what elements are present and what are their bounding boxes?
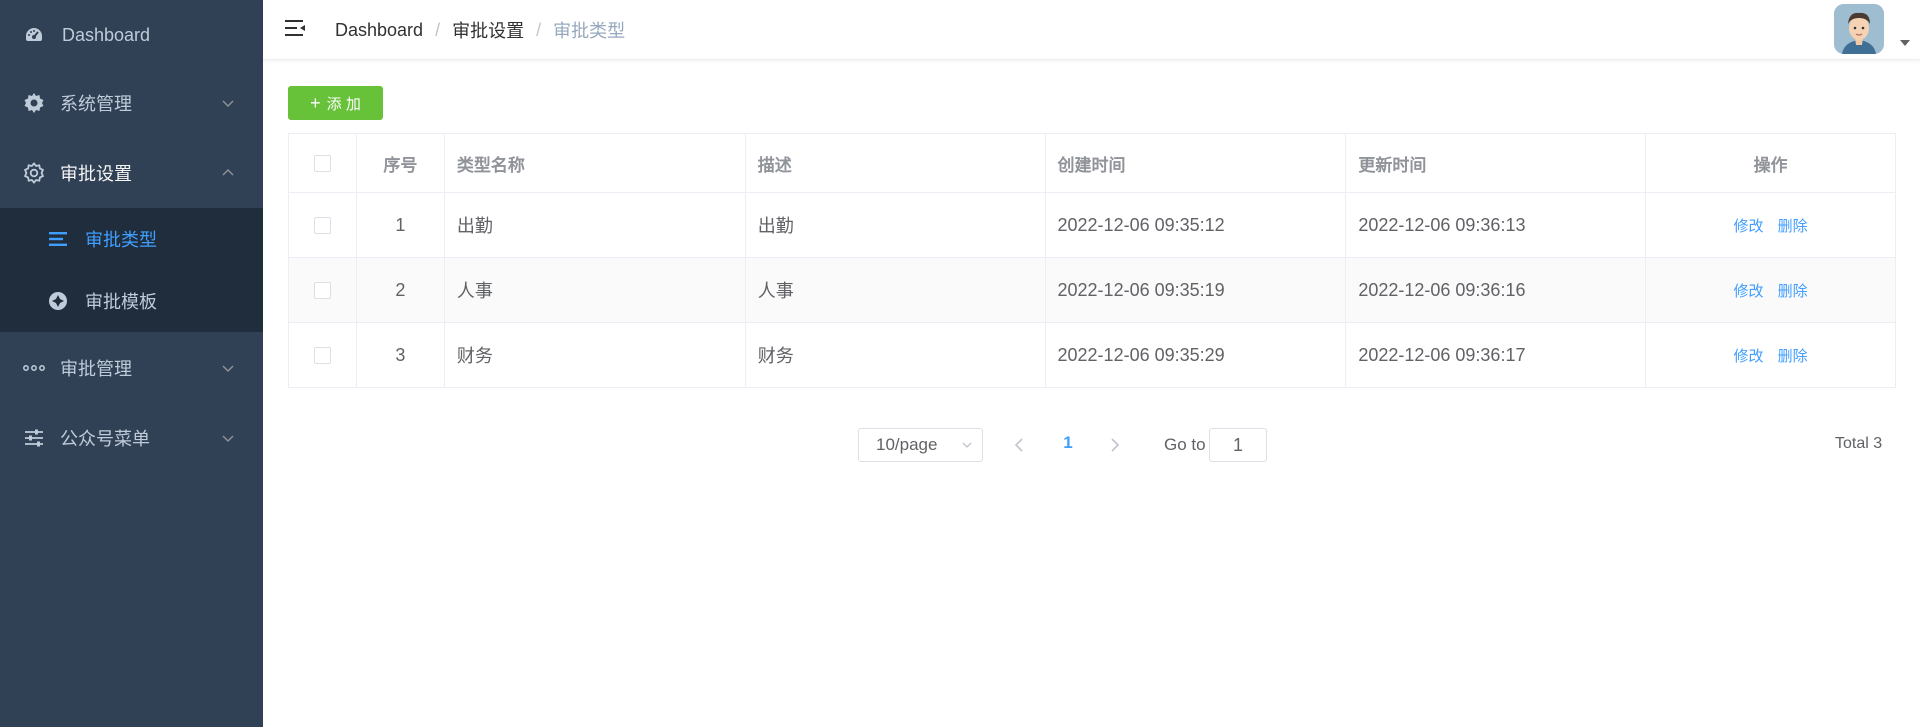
sidebar-item-dashboard[interactable]: Dashboard <box>0 0 263 70</box>
goto-page-input[interactable] <box>1209 428 1267 462</box>
edit-link[interactable]: 修改 <box>1734 345 1764 366</box>
table-cell-index: 3 <box>357 323 445 387</box>
header-cell-select <box>289 134 357 192</box>
table-cell-created: 2022-12-06 09:35:12 <box>1046 193 1347 257</box>
add-button-label: 添 加 <box>326 95 361 113</box>
row-select-cell <box>289 193 357 257</box>
edit-link[interactable]: 修改 <box>1734 215 1764 236</box>
row-checkbox[interactable] <box>313 346 331 364</box>
user-avatar-icon <box>1834 4 1884 54</box>
table-cell-name: 出勤 <box>445 193 746 257</box>
add-button[interactable]: + 添 加 <box>288 86 383 120</box>
sidebar-item-label: 系统管理 <box>60 94 132 114</box>
dashboard-icon <box>22 23 46 47</box>
table-row: 2 人事 人事 2022-12-06 09:35:19 2022-12-06 0… <box>289 258 1896 323</box>
page-size-value: 10/page <box>876 435 938 454</box>
sidebar: Dashboard 系统管理 审批设置 审批类型 审批模板 审批管理 公众号菜单 <box>0 0 263 727</box>
chevron-up-icon <box>222 169 234 176</box>
total-count: Total 3 <box>1835 435 1883 452</box>
delete-link[interactable]: 删除 <box>1778 215 1808 236</box>
prev-page-button[interactable] <box>1012 434 1026 456</box>
sidebar-item-approval-type[interactable]: 审批类型 <box>0 208 263 270</box>
chevron-down-icon <box>222 100 234 107</box>
chevron-down-icon <box>222 435 234 442</box>
gear-icon <box>22 91 46 115</box>
hamburger-icon[interactable] <box>283 16 307 40</box>
row-checkbox[interactable] <box>313 216 331 234</box>
header-cell: 描述 <box>746 134 1046 192</box>
header-cell: 创建时间 <box>1046 134 1347 192</box>
edit-link[interactable]: 修改 <box>1734 280 1764 301</box>
page-number-current[interactable]: 1 <box>1058 433 1078 453</box>
sidebar-item-label: 审批设置 <box>60 164 132 184</box>
table-cell-index: 1 <box>357 193 445 257</box>
submenu-approval-settings: 审批类型 审批模板 <box>0 208 263 332</box>
table-row: 3 财务 财务 2022-12-06 09:35:29 2022-12-06 0… <box>289 323 1896 388</box>
table-cell-name: 财务 <box>445 323 746 387</box>
sidebar-item-approval-settings[interactable]: 审批设置 <box>0 138 263 208</box>
next-page-button[interactable] <box>1108 434 1122 456</box>
setting-icon <box>22 161 46 185</box>
row-select-cell <box>289 258 357 322</box>
chevron-down-icon <box>962 442 972 448</box>
table-header-row: 序号 类型名称 描述 创建时间 更新时间 操作 <box>289 134 1896 193</box>
breadcrumb: Dashboard / 审批设置 / 审批类型 <box>335 17 625 43</box>
sidebar-item-system[interactable]: 系统管理 <box>0 68 263 138</box>
breadcrumb-separator: / <box>536 19 542 40</box>
top-navbar: Dashboard / 审批设置 / 审批类型 <box>263 0 1920 60</box>
sliders-icon <box>22 426 46 450</box>
breadcrumb-item[interactable]: Dashboard <box>335 20 423 41</box>
header-cell: 类型名称 <box>445 134 746 192</box>
header-cell: 更新时间 <box>1346 134 1647 192</box>
page-size-select[interactable]: 10/page <box>858 428 983 462</box>
table-cell-updated: 2022-12-06 09:36:17 <box>1346 323 1647 387</box>
list-icon <box>47 228 69 250</box>
table-cell-description: 财务 <box>746 323 1046 387</box>
table-row: 1 出勤 出勤 2022-12-06 09:35:12 2022-12-06 0… <box>289 193 1896 258</box>
breadcrumb-item-current: 审批类型 <box>553 21 626 41</box>
table-cell-created: 2022-12-06 09:35:19 <box>1046 258 1347 322</box>
sidebar-item-label: 审批类型 <box>85 230 157 250</box>
goto-label: Go to <box>1164 435 1206 454</box>
delete-link[interactable]: 删除 <box>1778 345 1808 366</box>
table-cell-description: 出勤 <box>746 193 1046 257</box>
header-cell: 操作 <box>1646 134 1896 192</box>
sidebar-item-approval-template[interactable]: 审批模板 <box>0 270 263 332</box>
sidebar-item-label: 审批模板 <box>85 292 157 312</box>
table-cell-description: 人事 <box>746 258 1046 322</box>
select-all-checkbox[interactable] <box>313 154 331 172</box>
approval-type-table: 序号 类型名称 描述 创建时间 更新时间 操作 1 出勤 出勤 2022-12-… <box>288 133 1896 388</box>
plus-icon: + <box>310 93 321 113</box>
breadcrumb-separator: / <box>435 19 441 40</box>
header-cell: 序号 <box>357 134 445 192</box>
sidebar-item-approval-management[interactable]: 审批管理 <box>0 333 263 403</box>
table-cell-name: 人事 <box>445 258 746 322</box>
chevron-down-icon <box>222 365 234 372</box>
table-cell-created: 2022-12-06 09:35:29 <box>1046 323 1347 387</box>
delete-link[interactable]: 删除 <box>1778 280 1808 301</box>
table-cell-updated: 2022-12-06 09:36:13 <box>1346 193 1647 257</box>
row-select-cell <box>289 323 357 387</box>
row-checkbox[interactable] <box>313 281 331 299</box>
sidebar-item-label: 公众号菜单 <box>60 429 150 449</box>
sidebar-item-label: 审批管理 <box>60 359 132 379</box>
more-icon <box>22 356 46 380</box>
aperture-icon <box>47 290 69 312</box>
table-cell-index: 2 <box>357 258 445 322</box>
table-cell-actions: 修改 删除 <box>1646 323 1896 387</box>
sidebar-item-wechat-menu[interactable]: 公众号菜单 <box>0 403 263 473</box>
sidebar-item-label: Dashboard <box>62 24 151 45</box>
table-cell-actions: 修改 删除 <box>1646 193 1896 257</box>
caret-down-icon[interactable] <box>1900 40 1910 46</box>
table-cell-actions: 修改 删除 <box>1646 258 1896 322</box>
table-cell-updated: 2022-12-06 09:36:16 <box>1346 258 1647 322</box>
avatar[interactable] <box>1834 4 1884 54</box>
breadcrumb-item[interactable]: 审批设置 <box>452 17 524 43</box>
